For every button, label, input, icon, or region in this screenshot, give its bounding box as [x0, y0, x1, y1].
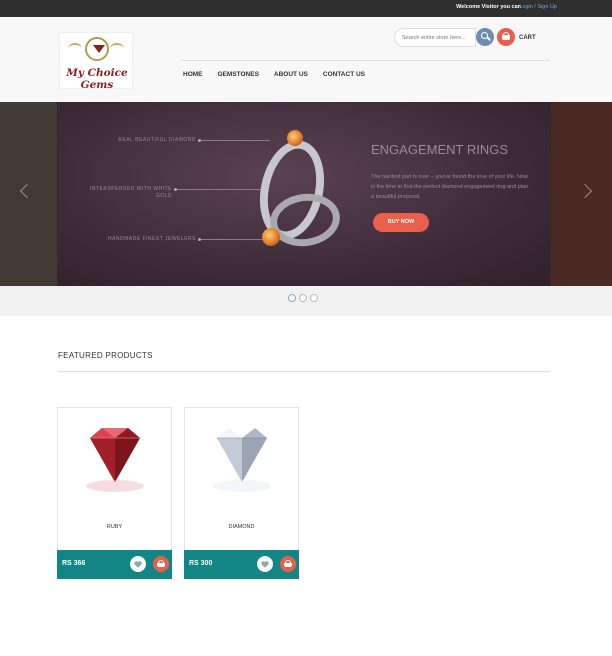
add-to-cart-button[interactable] — [280, 556, 296, 572]
nav-item-gemstones[interactable]: GEMSTONES — [218, 71, 259, 78]
hero-slider: REAL BEAUTIFUL DIAMOND INTERSPERSED WITH… — [0, 102, 612, 286]
site-header: My Choice Gems Search entire store here.… — [0, 17, 612, 102]
product-card-diamond[interactable]: DIAMOND RS 300 — [184, 407, 299, 579]
cart-button[interactable] — [497, 28, 515, 46]
nav-item-home[interactable]: HOME — [183, 71, 203, 78]
ruby-gem-image — [90, 428, 140, 482]
login-link[interactable]: Login — [519, 4, 532, 10]
slider-pagination — [0, 286, 612, 316]
slider-dot-2[interactable] — [299, 294, 307, 302]
slider-dot-1[interactable] — [288, 294, 296, 302]
product-price: RS 366 — [62, 560, 86, 567]
logo[interactable]: My Choice Gems — [59, 32, 133, 91]
wishlist-button[interactable] — [130, 556, 146, 572]
callout-line — [200, 239, 266, 240]
callout-handmade: HANDMADE FINEST JEWELERS — [107, 236, 196, 242]
diamond-gem-image — [217, 428, 267, 482]
gem-top-image — [287, 130, 303, 146]
callout-dot — [198, 139, 201, 142]
logo-swirl-right — [110, 43, 124, 53]
nav-item-about-us[interactable]: ABOUT US — [274, 71, 308, 78]
basket-icon — [157, 563, 165, 567]
callout-dot — [198, 238, 201, 241]
cart-label[interactable]: CART — [519, 35, 536, 41]
wishlist-button[interactable] — [257, 556, 273, 572]
main-nav: HOME GEMSTONES ABOUT US CONTACT US — [183, 71, 365, 78]
top-bar: Welcome Visitor you can Login / Sign Up — [0, 0, 612, 17]
diamond-icon — [93, 45, 105, 53]
callout-dot — [174, 188, 177, 191]
callout-diamond: REAL BEAUTIFUL DIAMOND — [118, 137, 196, 143]
gem-bottom-image — [262, 228, 280, 246]
section-divider — [58, 371, 550, 372]
product-card-ruby[interactable]: RUBY RS 366 — [57, 407, 172, 579]
section-title: FEATURED PRODUCTS — [58, 351, 153, 360]
product-name[interactable]: DIAMOND — [185, 524, 298, 530]
slider-dot-3[interactable] — [310, 294, 318, 302]
search-icon-handle — [487, 36, 491, 41]
product-price: RS 300 — [189, 560, 213, 567]
auth-links: Login / Sign Up — [519, 4, 557, 10]
search-button[interactable] — [476, 28, 494, 46]
product-footer: RS 366 — [57, 550, 172, 579]
product-image[interactable] — [185, 408, 298, 516]
callout-line — [176, 189, 262, 190]
add-to-cart-button[interactable] — [153, 556, 169, 572]
welcome-text: Welcome Visitor you can — [456, 4, 521, 10]
gem-reflection — [213, 480, 271, 492]
buy-now-button[interactable]: BUY NOW — [373, 213, 429, 232]
signup-link[interactable]: Sign Up — [537, 4, 557, 10]
gem-reflection — [86, 480, 144, 492]
product-name[interactable]: RUBY — [58, 524, 171, 530]
callout-line — [200, 140, 270, 141]
slide-engagement-rings: REAL BEAUTIFUL DIAMOND INTERSPERSED WITH… — [58, 102, 550, 286]
slide-text: The hardest part is over – you've found … — [371, 174, 529, 200]
callout-white-gold: INTERSPERSED WITH WHITE GOLD — [89, 186, 172, 199]
product-footer: RS 300 — [184, 550, 299, 579]
logo-swirl-left — [68, 43, 82, 53]
search-input[interactable]: Search entire store here... — [394, 28, 476, 47]
basket-icon — [502, 35, 510, 40]
product-image[interactable] — [58, 408, 171, 516]
slide-title: ENGAGEMENT RINGS — [371, 142, 509, 157]
basket-icon — [284, 563, 292, 567]
nav-divider — [181, 60, 550, 61]
brand-name: My Choice Gems — [66, 67, 128, 91]
diamond-emblem-icon — [85, 37, 109, 61]
nav-item-contact-us[interactable]: CONTACT US — [323, 71, 365, 78]
